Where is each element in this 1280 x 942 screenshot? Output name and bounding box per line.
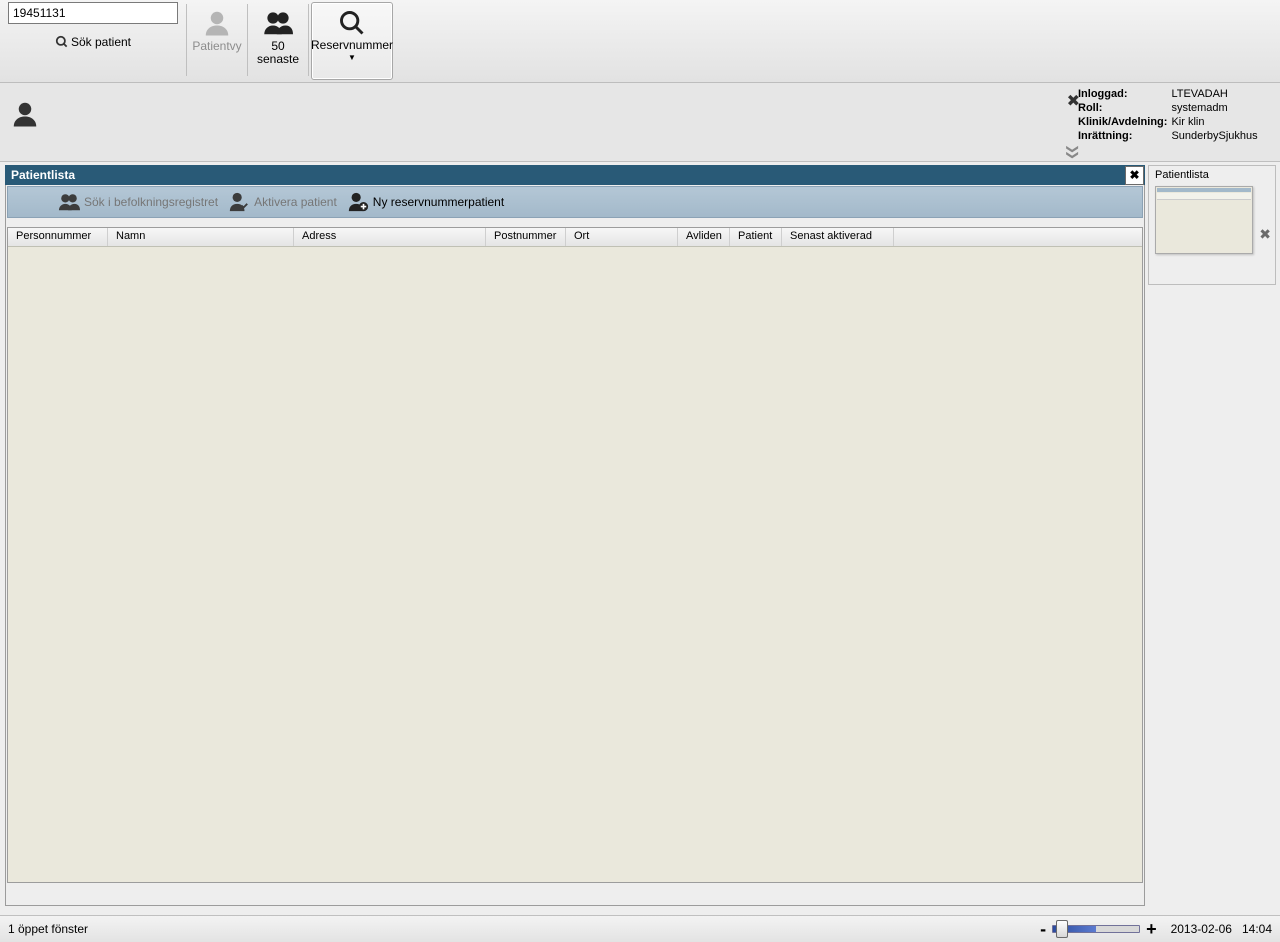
panel-action-bar: Sök i befolkningsregistret Aktivera pati… (7, 186, 1143, 218)
role-value: systemadm (1171, 101, 1261, 115)
panel-titlebar: Patientlista ✖ (5, 165, 1145, 185)
clinic-label: Klinik/Avdelning: (1078, 115, 1171, 129)
patient-list-panel: Patientlista ✖ Sök i befolkningsregistre… (0, 162, 1145, 914)
main-area: Patientlista ✖ Sök i befolkningsregistre… (0, 162, 1280, 914)
column-header[interactable]: Personnummer (8, 228, 108, 246)
toolbar-separator (247, 4, 248, 76)
status-date: 2013-02-06 (1171, 922, 1232, 936)
facility-label: Inrättning: (1078, 129, 1171, 143)
expand-icon[interactable]: ❯❯ (1066, 144, 1080, 156)
column-header[interactable]: Postnummer (486, 228, 566, 246)
window-sidebar: Patientlista ✖ (1148, 165, 1276, 285)
zoom-out-button[interactable]: - (1038, 919, 1048, 940)
column-header[interactable]: Senast aktiverad (782, 228, 894, 246)
logged-in-value: LTEVADAH (1171, 87, 1261, 101)
reserve-button[interactable]: Reservnummer ▼ (311, 2, 393, 80)
sidebar-title: Patientlista (1149, 166, 1275, 184)
patientview-label: Patientvy (192, 40, 241, 53)
column-header[interactable]: Adress (294, 228, 486, 246)
patient-table: PersonnummerNamnAdressPostnummerOrtAvlid… (7, 227, 1143, 883)
search-label: Sök patient (71, 35, 131, 49)
clinic-value: Kir klin (1171, 115, 1261, 129)
people-icon (263, 8, 293, 38)
slider-thumb[interactable] (1056, 920, 1068, 938)
person-check-icon (228, 191, 250, 213)
sidebar-close-button[interactable]: ✖ (1259, 226, 1271, 243)
column-header[interactable]: Ort (566, 228, 678, 246)
zoom-control: - + 2013-02-06 14:04 (1038, 919, 1272, 940)
search-icon (338, 9, 366, 37)
zoom-slider[interactable] (1052, 925, 1140, 933)
person-icon (202, 8, 232, 38)
search-group: Sök patient (8, 2, 178, 49)
patient-icon (10, 99, 40, 132)
logged-in-label: Inloggad: (1078, 87, 1171, 101)
person-add-icon (347, 191, 369, 213)
recent-label: 50 senaste (257, 40, 299, 66)
panel-body: Sök i befolkningsregistret Aktivera pati… (5, 185, 1145, 906)
top-toolbar: Sök patient Patientvy 50 senaste Reservn… (0, 0, 1280, 83)
toolbar-separator (186, 4, 187, 76)
activate-patient-button[interactable]: Aktivera patient (228, 191, 337, 213)
column-header[interactable]: Patient (730, 228, 782, 246)
search-registry-button[interactable]: Sök i befolkningsregistret (58, 191, 218, 213)
search-button[interactable]: Sök patient (55, 35, 131, 49)
search-registry-label: Sök i befolkningsregistret (84, 195, 218, 209)
reserve-label: Reservnummer (311, 39, 393, 52)
column-header[interactable]: Namn (108, 228, 294, 246)
new-reserve-button[interactable]: Ny reservnummerpatient (347, 191, 504, 213)
people-icon (58, 191, 80, 213)
panel-title: Patientlista (11, 168, 75, 182)
header-band: ✖ ❯❯ Inloggad:LTEVADAH Roll:systemadm Kl… (0, 83, 1280, 162)
role-label: Roll: (1078, 101, 1171, 115)
recent-button[interactable]: 50 senaste (250, 2, 306, 78)
patientview-button[interactable]: Patientvy (189, 2, 245, 78)
zoom-in-button[interactable]: + (1144, 919, 1159, 940)
new-reserve-label: Ny reservnummerpatient (373, 195, 504, 209)
search-input[interactable] (8, 2, 178, 24)
dropdown-arrow-icon: ▼ (348, 53, 356, 62)
open-windows-label: 1 öppet fönster (8, 922, 88, 936)
column-header[interactable]: Avliden (678, 228, 730, 246)
status-time: 14:04 (1242, 922, 1272, 936)
panel-close-button[interactable]: ✖ (1125, 166, 1144, 185)
status-bar: 1 öppet fönster - + 2013-02-06 14:04 (0, 915, 1280, 942)
search-icon (55, 35, 69, 49)
toolbar-separator (308, 4, 309, 76)
window-thumbnail[interactable] (1155, 186, 1253, 254)
table-header: PersonnummerNamnAdressPostnummerOrtAvlid… (8, 228, 1142, 247)
facility-value: SunderbySjukhus (1171, 129, 1261, 143)
activate-patient-label: Aktivera patient (254, 195, 337, 209)
session-info: Inloggad:LTEVADAH Roll:systemadm Klinik/… (1078, 87, 1280, 143)
